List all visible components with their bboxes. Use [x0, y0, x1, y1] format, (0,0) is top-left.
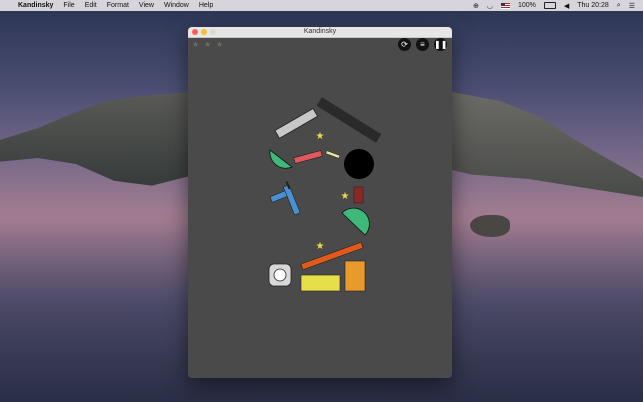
- cream-bar[interactable]: [325, 150, 341, 159]
- star-icon[interactable]: ★: [316, 241, 325, 252]
- green-half-circle[interactable]: [269, 149, 293, 169]
- grey-bar[interactable]: [274, 107, 319, 139]
- menu-window[interactable]: Window: [164, 2, 189, 9]
- control-center-icon[interactable]: ☰: [629, 2, 635, 10]
- dark-slab[interactable]: [316, 97, 382, 143]
- menu-edit[interactable]: Edit: [85, 2, 97, 9]
- white-ball[interactable]: [273, 268, 287, 282]
- orange-block[interactable]: [344, 260, 366, 292]
- dark-red-block[interactable]: [353, 186, 364, 204]
- star-icon[interactable]: ★: [316, 131, 325, 142]
- battery-percent: 100%: [517, 2, 536, 9]
- star-icon[interactable]: ★: [341, 191, 350, 202]
- green-half-circle[interactable]: [341, 207, 370, 236]
- menu-bar: Kandinsky File Edit Format View Window H…: [0, 0, 643, 11]
- wifi-icon[interactable]: ◡: [487, 2, 493, 10]
- status-area: ⊕ ◡ 100% ◀ Thu 20:28 ⌕ ☰: [473, 2, 643, 10]
- game-board[interactable]: ★ ★ ★: [188, 27, 452, 378]
- red-bar[interactable]: [293, 150, 323, 164]
- desktop-landmass-left: [0, 92, 190, 186]
- menu-format[interactable]: Format: [107, 2, 129, 9]
- blue-t-shape[interactable]: [267, 181, 301, 221]
- battery-icon[interactable]: [543, 2, 556, 9]
- volume-icon[interactable]: ◀: [564, 2, 569, 10]
- app-window: Kandinsky ★ ★ ★ ⟳ ≡ ❚❚ ★ ★ ★: [188, 27, 452, 378]
- menu-file[interactable]: File: [63, 2, 74, 9]
- menu-view[interactable]: View: [139, 2, 154, 9]
- menu-help[interactable]: Help: [199, 2, 213, 9]
- desktop-rock: [470, 215, 510, 237]
- menu-app-name[interactable]: Kandinsky: [18, 2, 53, 9]
- search-icon[interactable]: ⌕: [617, 2, 621, 10]
- input-source-flag-icon[interactable]: [500, 2, 510, 9]
- clock[interactable]: Thu 20:28: [577, 2, 609, 9]
- yellow-block[interactable]: [300, 274, 341, 292]
- airdrop-icon[interactable]: ⊕: [473, 2, 479, 10]
- black-circle[interactable]: [344, 149, 374, 179]
